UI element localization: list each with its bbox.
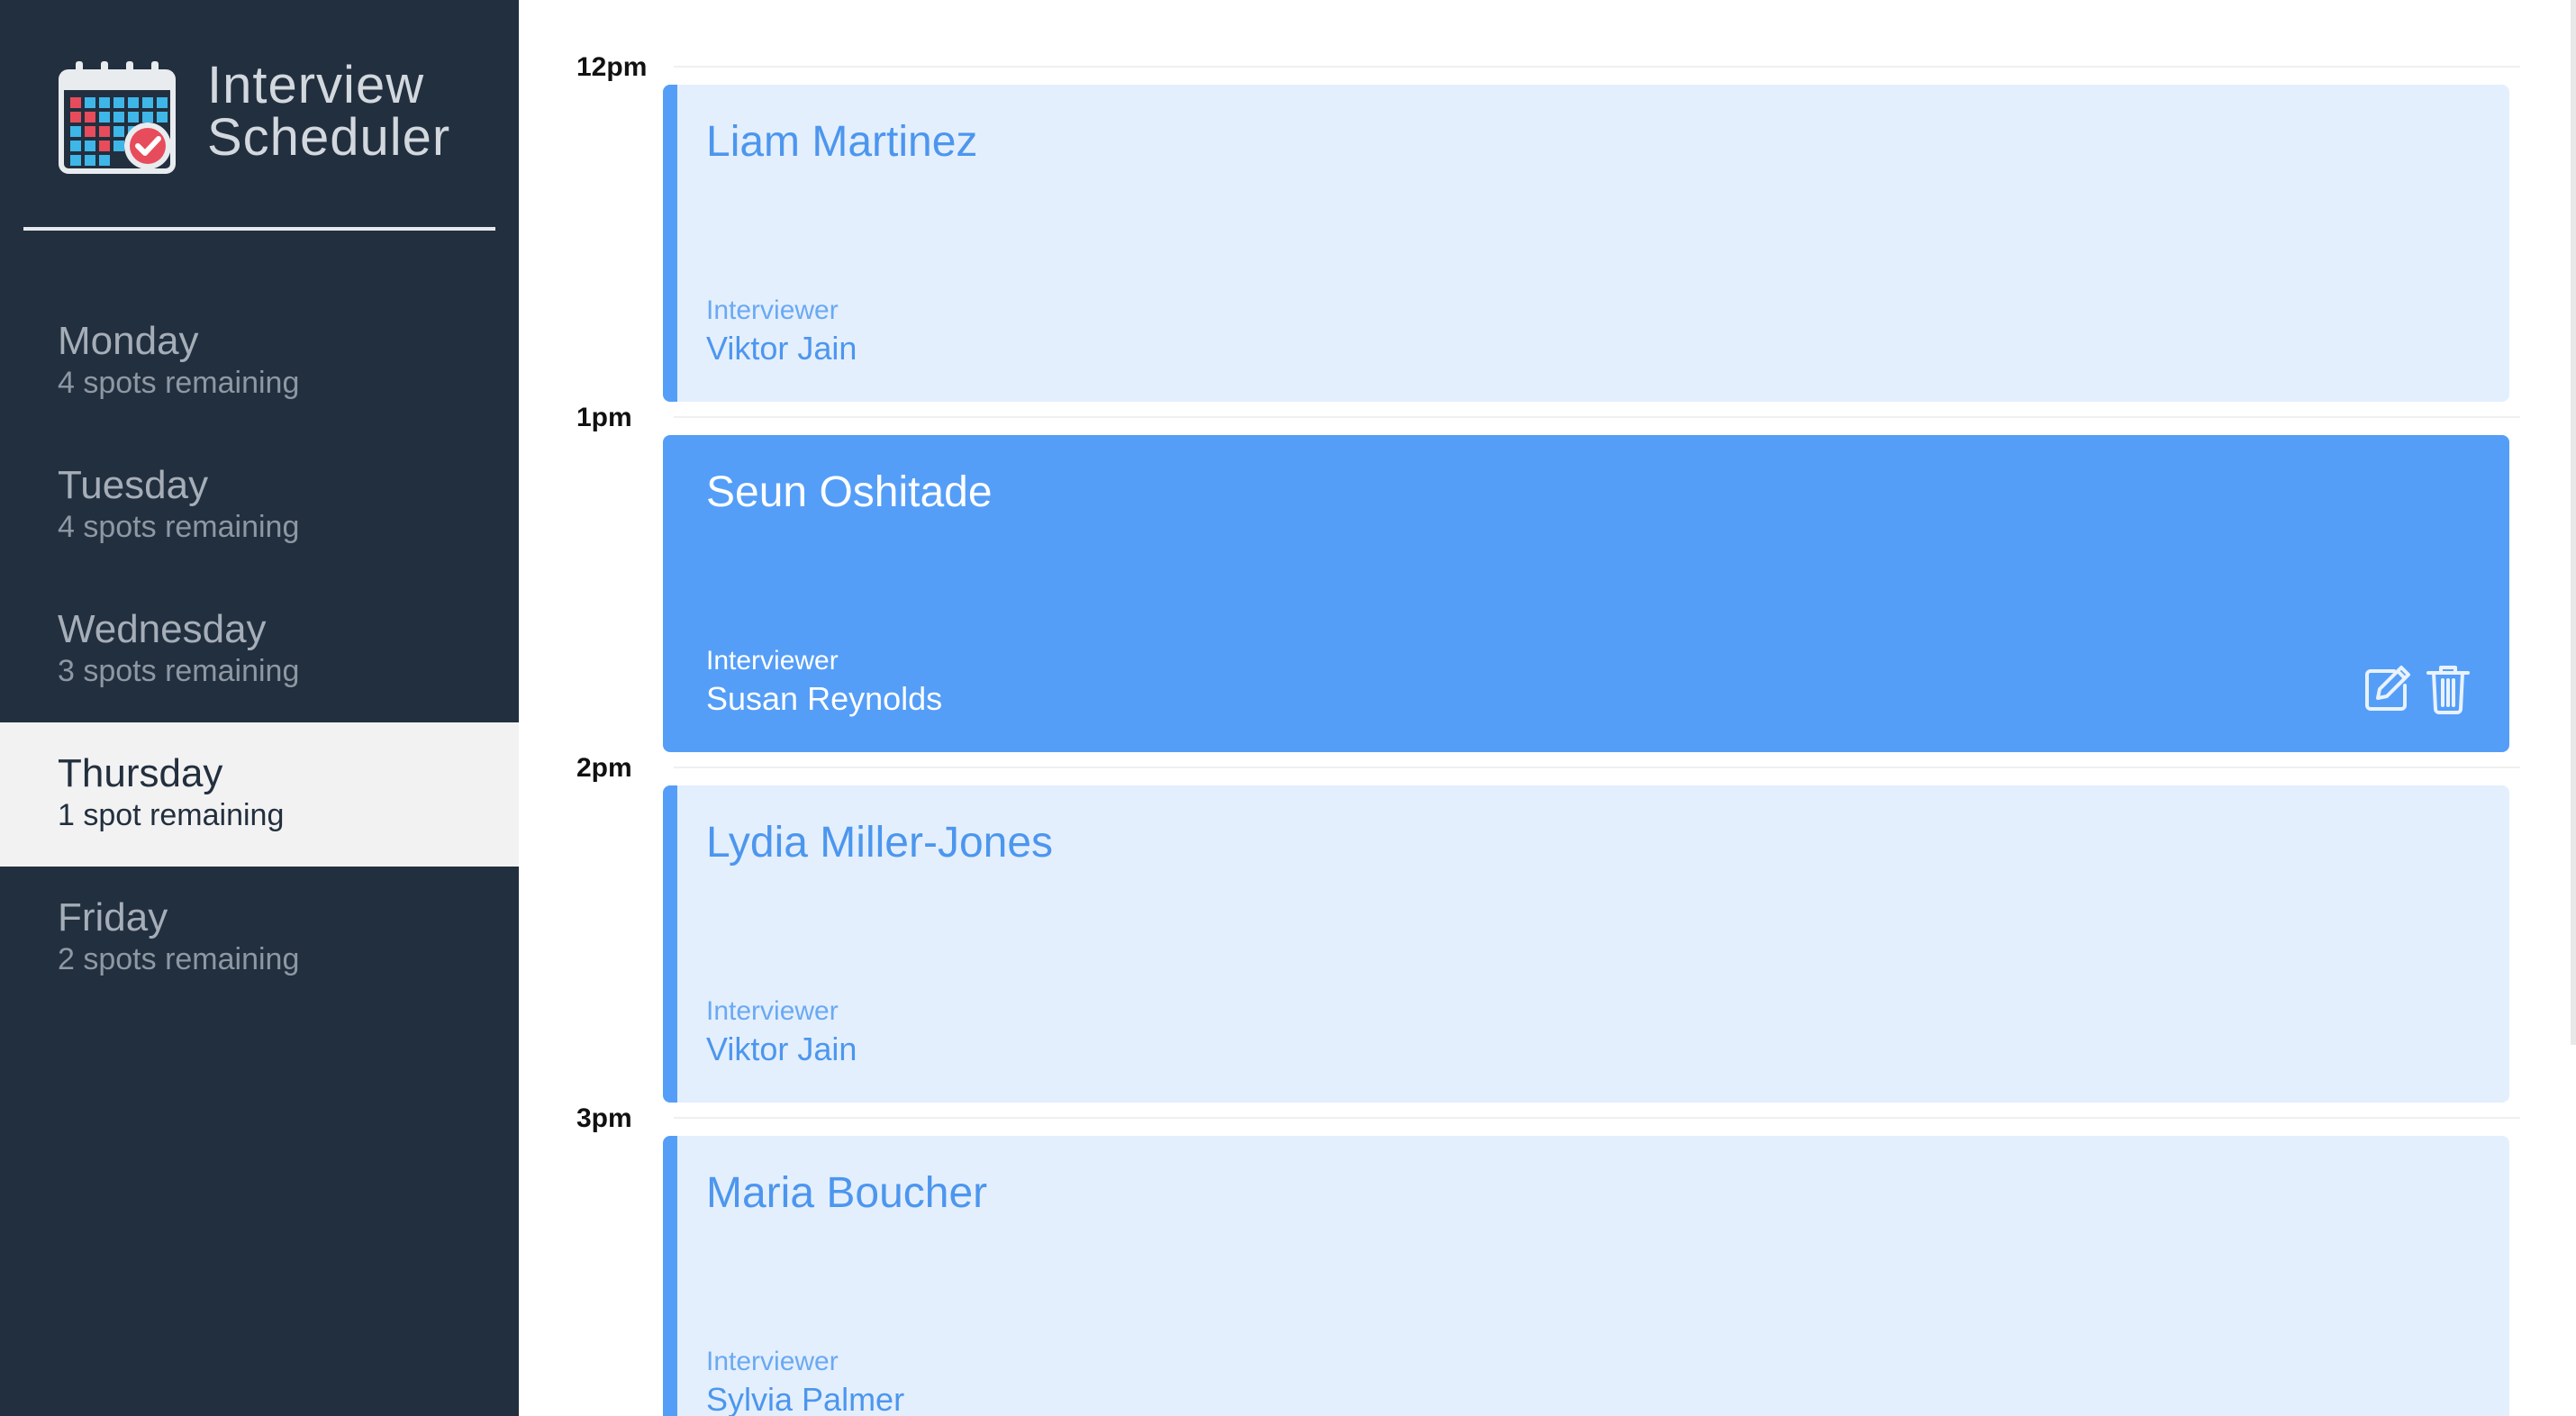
time-divider xyxy=(674,416,2520,418)
appointment-slot: 3pm Maria Boucher Interviewer Sylvia Pal… xyxy=(519,1051,2576,1416)
appointment-card[interactable]: Maria Boucher Interviewer Sylvia Palmer xyxy=(663,1136,2509,1416)
time-divider xyxy=(674,1117,2520,1119)
app-title: Interview Scheduler xyxy=(207,59,450,164)
day-list: Monday 4 spots remaining Tuesday 4 spots… xyxy=(0,290,519,1011)
day-spots: 4 spots remaining xyxy=(58,510,300,544)
schedule: 12pm Liam Martinez Interviewer Viktor Ja… xyxy=(519,0,2576,1416)
time-divider xyxy=(674,767,2520,768)
app-title-line2: Scheduler xyxy=(207,108,451,167)
day-name: Monday xyxy=(58,319,199,363)
day-name: Wednesday xyxy=(58,607,267,651)
interviewer-name: Sylvia Palmer xyxy=(706,1381,905,1416)
calendar-check-icon xyxy=(59,61,176,174)
day-spots: 1 spot remaining xyxy=(58,798,285,832)
day-name: Friday xyxy=(58,895,168,939)
day-spots: 2 spots remaining xyxy=(58,942,300,976)
day-spots: 3 spots remaining xyxy=(58,654,300,688)
student-name: Lydia Miller-Jones xyxy=(706,819,1054,867)
day-name: Tuesday xyxy=(58,463,209,507)
brand: Interview Scheduler xyxy=(58,59,490,177)
time-divider xyxy=(674,66,2520,68)
day-spots: 4 spots remaining xyxy=(58,366,300,400)
sidebar-divider xyxy=(23,227,495,231)
scrollbar[interactable] xyxy=(2571,0,2576,1045)
app-title-line1: Interview xyxy=(207,56,425,114)
appointment-slot: 2pm Lydia Miller-Jones Interviewer Vikto… xyxy=(519,701,2576,1103)
day-item-thursday[interactable]: Thursday 1 spot remaining xyxy=(0,722,519,867)
sidebar: Interview Scheduler Monday 4 spots remai… xyxy=(0,0,519,1416)
day-item-monday[interactable]: Monday 4 spots remaining xyxy=(0,290,519,434)
day-item-friday[interactable]: Friday 2 spots remaining xyxy=(0,867,519,1011)
appointment-slot: 1pm Seun Oshitade Interviewer Susan Reyn… xyxy=(519,350,2576,752)
interviewer-label: Interviewer xyxy=(706,295,839,325)
day-item-tuesday[interactable]: Tuesday 4 spots remaining xyxy=(0,434,519,578)
app-root: Interview Scheduler Monday 4 spots remai… xyxy=(0,0,2576,1416)
slot-time: 12pm xyxy=(576,52,648,82)
slot-time: 1pm xyxy=(576,403,632,432)
student-name: Liam Martinez xyxy=(706,118,978,166)
slot-time: 3pm xyxy=(576,1103,632,1133)
student-name: Maria Boucher xyxy=(706,1169,988,1217)
interviewer-label: Interviewer xyxy=(706,1347,839,1376)
slot-time: 2pm xyxy=(576,753,632,783)
day-item-wednesday[interactable]: Wednesday 3 spots remaining xyxy=(0,578,519,722)
student-name: Seun Oshitade xyxy=(706,468,993,516)
day-name: Thursday xyxy=(58,751,223,795)
appointment-slot: 12pm Liam Martinez Interviewer Viktor Ja… xyxy=(519,0,2576,402)
interviewer-label: Interviewer xyxy=(706,996,839,1026)
interviewer-label: Interviewer xyxy=(706,646,839,676)
